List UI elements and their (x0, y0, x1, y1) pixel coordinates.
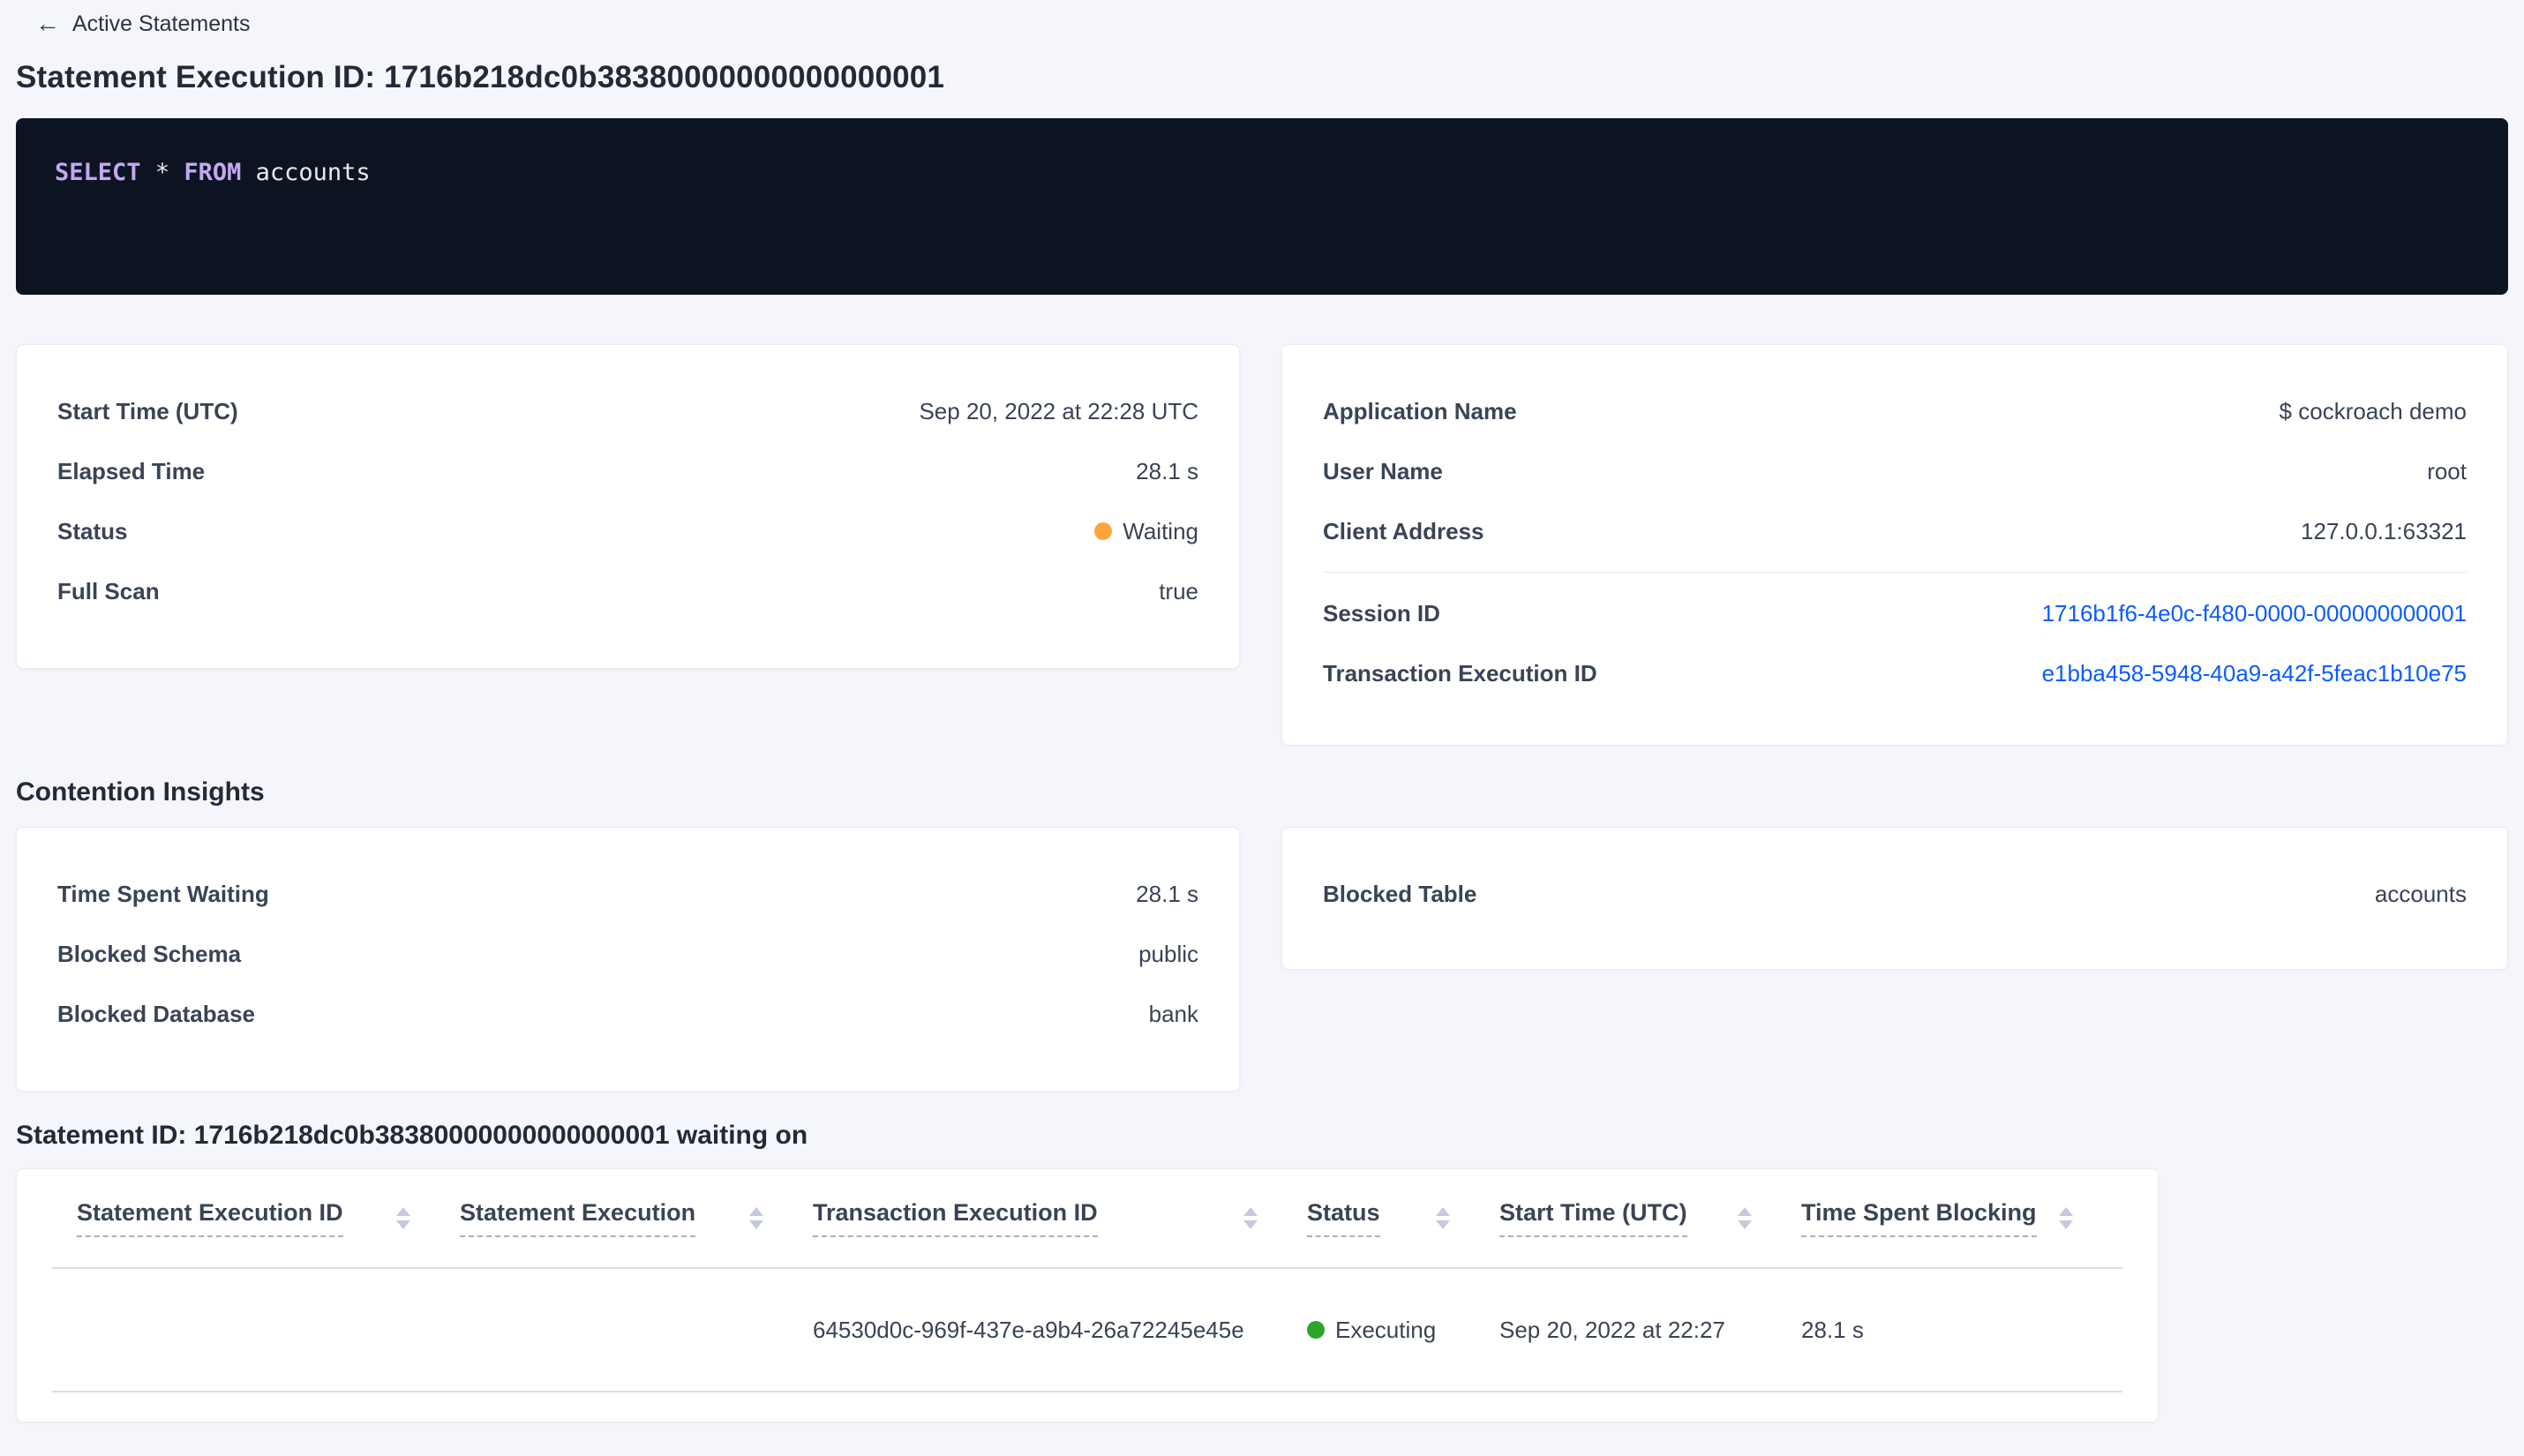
column-label: Statement Execution (460, 1199, 696, 1237)
back-to-active-statements-link[interactable]: ← Active Statements (35, 7, 250, 41)
start-time-value: Sep 20, 2022 at 22:28 UTC (919, 397, 1198, 424)
contention-left-card: Time Spent Waiting 28.1 s Blocked Schema… (16, 827, 1240, 1092)
blocked-table-card: Blocked Table accounts (1281, 827, 2508, 970)
user-name-row: User Name root (1323, 441, 2467, 501)
user-name-value: root (2427, 457, 2467, 484)
user-name-label: User Name (1323, 457, 1443, 484)
column-header-statement-execution[interactable]: Statement Execution (460, 1169, 813, 1269)
session-info-card: Application Name $ cockroach demo User N… (1281, 344, 2508, 746)
start-time-row: Start Time (UTC) Sep 20, 2022 at 22:28 U… (57, 381, 1198, 441)
blocked-database-value: bank (1148, 1000, 1198, 1027)
client-address-row: Client Address 127.0.0.1:63321 (1323, 501, 2467, 561)
card-divider (1323, 572, 2467, 573)
sql-statement-box: SELECT * FROM accounts (16, 118, 2508, 295)
column-header-statement-execution-id[interactable]: Statement Execution ID (52, 1169, 460, 1269)
sort-icon (2059, 1207, 2073, 1229)
column-header-time-spent-blocking[interactable]: Time Spent Blocking (1801, 1169, 2122, 1269)
column-header-transaction-execution-id[interactable]: Transaction Execution ID (813, 1169, 1307, 1269)
blocked-schema-label: Blocked Schema (57, 940, 242, 967)
time-spent-waiting-value: 28.1 s (1136, 880, 1198, 907)
full-scan-row: Full Scan true (57, 561, 1198, 621)
cell-status: Executing (1307, 1268, 1499, 1392)
sql-keyword-from: FROM (184, 159, 242, 186)
full-scan-value: true (1159, 577, 1198, 604)
contention-cards-row: Time Spent Waiting 28.1 s Blocked Schema… (16, 827, 2508, 1092)
cell-statement-execution (460, 1268, 813, 1392)
column-label: Statement Execution ID (77, 1199, 343, 1237)
arrow-left-icon: ← (35, 10, 60, 37)
client-address-value: 127.0.0.1:63321 (2301, 517, 2467, 544)
executing-status-dot-icon (1307, 1321, 1325, 1339)
sort-icon (1436, 1207, 1450, 1229)
start-time-label: Start Time (UTC) (57, 397, 238, 424)
sql-keyword-select: SELECT (55, 159, 141, 186)
sort-icon (1738, 1207, 1752, 1229)
cell-status-text: Executing (1335, 1316, 1437, 1343)
cell-statement-execution-id (52, 1268, 460, 1392)
time-spent-waiting-label: Time Spent Waiting (57, 880, 269, 907)
status-row: Status Waiting (57, 501, 1198, 561)
waiting-status-dot-icon (1094, 522, 1113, 540)
transaction-execution-id-label: Transaction Execution ID (1323, 659, 1597, 687)
blocked-table-value: accounts (2374, 880, 2467, 907)
column-header-status[interactable]: Status (1307, 1169, 1499, 1269)
time-spent-waiting-row: Time Spent Waiting 28.1 s (57, 864, 1198, 924)
blocked-database-row: Blocked Database bank (57, 984, 1198, 1044)
application-name-row: Application Name $ cockroach demo (1323, 381, 2467, 441)
column-label: Transaction Execution ID (813, 1199, 1098, 1237)
waiting-on-table-card: Statement Execution ID Statement Executi… (16, 1168, 2159, 1422)
application-name-label: Application Name (1323, 397, 1517, 424)
status-value-text: Waiting (1123, 517, 1198, 544)
table-header-row: Statement Execution ID Statement Executi… (52, 1169, 2122, 1269)
statement-overview-card: Start Time (UTC) Sep 20, 2022 at 22:28 U… (16, 344, 1240, 669)
application-name-value: $ cockroach demo (2279, 397, 2467, 424)
elapsed-time-value: 28.1 s (1136, 457, 1198, 484)
elapsed-time-row: Elapsed Time 28.1 s (57, 441, 1198, 501)
blocked-table-label: Blocked Table (1323, 880, 1477, 907)
client-address-label: Client Address (1323, 517, 1484, 544)
statement-details-page: ← Active Statements Statement Execution … (0, 0, 2524, 1456)
column-label: Start Time (UTC) (1499, 1199, 1687, 1237)
session-id-row: Session ID 1716b1f6-4e0c-f480-0000-00000… (1323, 583, 2467, 643)
waiting-on-table: Statement Execution ID Statement Executi… (52, 1169, 2122, 1392)
sort-icon (396, 1207, 410, 1229)
blocked-database-label: Blocked Database (57, 1000, 255, 1027)
overview-cards-row: Start Time (UTC) Sep 20, 2022 at 22:28 U… (16, 344, 2508, 746)
contention-insights-heading: Contention Insights (16, 777, 265, 807)
status-value: Waiting (1094, 518, 1198, 545)
back-link-label: Active Statements (72, 11, 251, 36)
sort-icon (749, 1207, 763, 1229)
page-title: Statement Execution ID: 1716b218dc0b3838… (16, 60, 945, 94)
blocked-schema-row: Blocked Schema public (57, 924, 1198, 984)
transaction-execution-id-link[interactable]: e1bba458-5948-40a9-a42f-5feac1b10e75 (2042, 660, 2467, 687)
elapsed-time-label: Elapsed Time (57, 457, 206, 484)
column-label: Status (1307, 1199, 1380, 1237)
session-id-label: Session ID (1323, 599, 1440, 627)
blocked-table-row: Blocked Table accounts (1323, 864, 2467, 924)
session-id-link[interactable]: 1716b1f6-4e0c-f480-0000-000000000001 (2042, 600, 2467, 627)
waiting-on-heading: Statement ID: 1716b218dc0b38380000000000… (16, 1121, 808, 1150)
column-header-start-time[interactable]: Start Time (UTC) (1499, 1169, 1801, 1269)
sql-table-token: accounts (255, 159, 371, 186)
cell-start-time: Sep 20, 2022 at 22:27 (1499, 1268, 1801, 1392)
status-label: Status (57, 517, 128, 544)
table-row: 64530d0c-969f-437e-a9b4-26a72245e45e Exe… (52, 1268, 2122, 1392)
cell-transaction-execution-id: 64530d0c-969f-437e-a9b4-26a72245e45e (813, 1268, 1307, 1392)
full-scan-label: Full Scan (57, 577, 160, 604)
sort-icon (1243, 1207, 1258, 1229)
column-label: Time Spent Blocking (1801, 1199, 2037, 1237)
transaction-execution-id-row: Transaction Execution ID e1bba458-5948-4… (1323, 643, 2467, 703)
blocked-schema-value: public (1138, 940, 1198, 967)
sql-star-token: * (154, 159, 170, 186)
cell-time-spent-blocking: 28.1 s (1801, 1268, 2122, 1392)
